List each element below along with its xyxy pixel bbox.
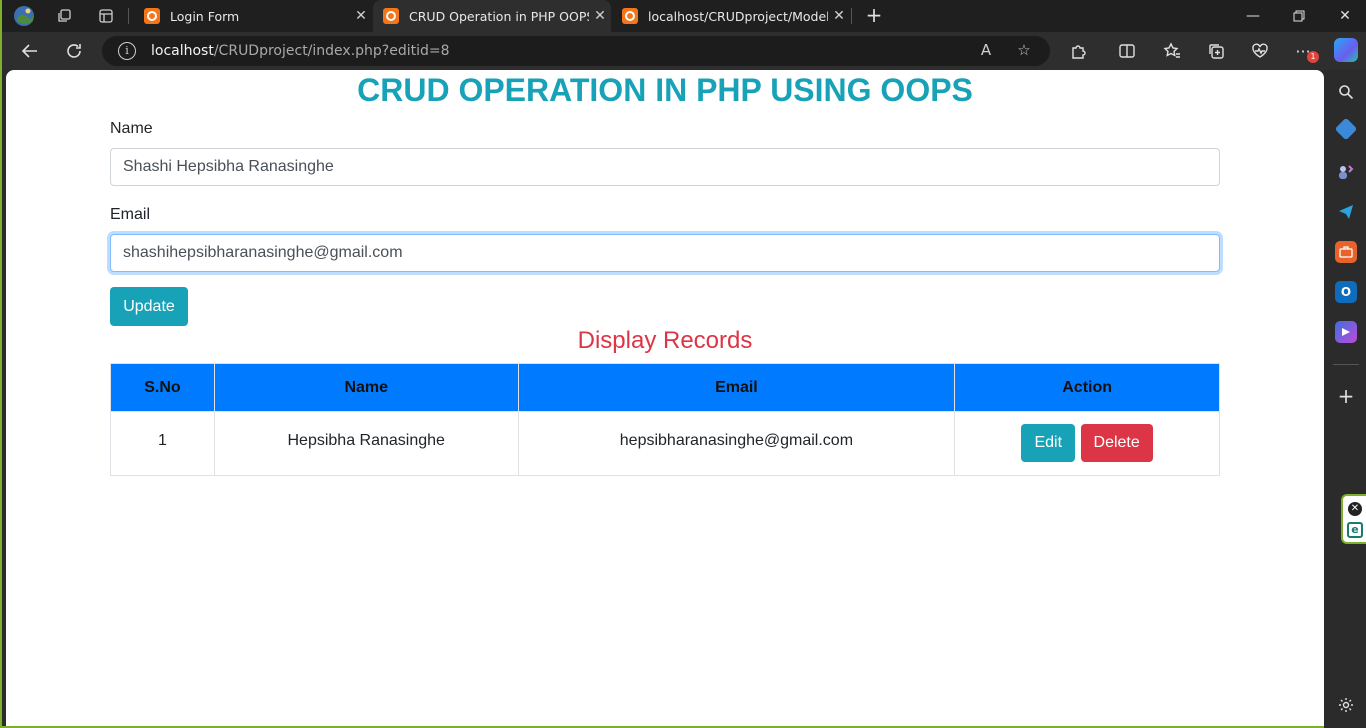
telegram-send-icon[interactable] <box>1335 201 1357 223</box>
notification-badge: 1 <box>1307 51 1319 63</box>
favorite-star-icon[interactable]: ☆ <box>1014 41 1034 61</box>
header-sno: S.No <box>110 363 215 412</box>
shopping-tag-icon[interactable] <box>1334 117 1358 141</box>
close-circle-icon[interactable]: ✕ <box>1348 502 1362 516</box>
tab-separator <box>851 8 852 24</box>
table-header-row: S.No Name Email Action <box>110 363 1220 412</box>
xampp-icon <box>144 8 160 24</box>
tab-label: CRUD Operation in PHP OOPS <box>409 8 589 24</box>
extensions-icon[interactable] <box>1065 38 1093 64</box>
browser-window: Login Form ✕ CRUD Operation in PHP OOPS … <box>0 0 1366 728</box>
delete-button[interactable]: Delete <box>1080 424 1153 462</box>
name-input[interactable] <box>110 148 1220 186</box>
tab-login-form[interactable]: Login Form ✕ <box>134 0 372 32</box>
cell-name: Hepsibha Ranasinghe <box>213 411 519 476</box>
web-page: CRUD OPERATION IN PHP USING OOPS Name Em… <box>6 70 1324 726</box>
name-label: Name <box>110 120 153 137</box>
split-screen-icon[interactable] <box>1113 38 1141 64</box>
new-tab-icon[interactable]: + <box>862 4 886 28</box>
close-icon[interactable]: ✕ <box>350 8 372 24</box>
outlook-icon[interactable]: O <box>1335 281 1357 303</box>
search-icon[interactable] <box>1335 81 1357 103</box>
tab-strip: Login Form ✕ CRUD Operation in PHP OOPS … <box>2 0 1366 32</box>
workspaces-icon[interactable] <box>52 4 76 28</box>
cell-action: Edit Delete <box>954 411 1220 476</box>
back-icon[interactable] <box>16 38 44 64</box>
tab-model-php[interactable]: localhost/CRUDproject/Model.ph ✕ <box>612 0 850 32</box>
tab-actions-icon[interactable] <box>94 4 118 28</box>
url-text[interactable]: localhost/CRUDproject/index.php?editid=8 <box>151 43 450 59</box>
copilot-icon[interactable] <box>1334 38 1358 62</box>
browser-essentials-icon[interactable] <box>1246 38 1274 64</box>
minimize-icon[interactable]: — <box>1230 0 1276 32</box>
games-icon[interactable] <box>1335 161 1357 183</box>
m365-icon[interactable] <box>1335 321 1357 343</box>
add-icon[interactable]: + <box>1335 384 1357 408</box>
xampp-icon <box>622 8 638 24</box>
records-table: S.No Name Email Action 1 Hepsibha Ranasi… <box>110 363 1220 476</box>
tab-label: Login Form <box>170 8 240 24</box>
favorites-icon[interactable] <box>1158 38 1186 64</box>
site-info-icon[interactable]: i <box>118 42 136 60</box>
tools-briefcase-icon[interactable] <box>1335 241 1357 263</box>
floating-extension-panel: ✕ e <box>1341 494 1366 544</box>
update-button[interactable]: Update <box>110 287 188 326</box>
close-window-icon[interactable]: ✕ <box>1322 0 1366 32</box>
header-action: Action <box>954 363 1220 412</box>
page-title: CRUD OPERATION IN PHP USING OOPS <box>357 72 973 108</box>
close-icon[interactable]: ✕ <box>589 8 611 24</box>
refresh-icon[interactable] <box>60 38 88 64</box>
edge-extension-icon[interactable]: e <box>1347 522 1363 538</box>
edit-button[interactable]: Edit <box>1021 424 1076 462</box>
xampp-icon <box>383 8 399 24</box>
header-name: Name <box>213 363 519 412</box>
email-label: Email <box>110 206 151 223</box>
collections-icon[interactable] <box>1202 38 1230 64</box>
restore-icon[interactable] <box>1276 0 1322 32</box>
edge-sidebar: O + <box>1324 70 1366 728</box>
close-icon[interactable]: ✕ <box>828 8 850 24</box>
header-email: Email <box>517 363 956 412</box>
read-aloud-icon[interactable]: A <box>976 41 996 61</box>
cell-sno: 1 <box>110 411 215 476</box>
tab-crud-operation[interactable]: CRUD Operation in PHP OOPS ✕ <box>373 0 611 32</box>
table-row: 1 Hepsibha Ranasinghe hepsibharanasinghe… <box>110 411 1220 476</box>
tab-label: localhost/CRUDproject/Model.ph <box>648 8 828 24</box>
settings-gear-icon[interactable] <box>1335 694 1357 716</box>
sidebar-divider <box>1333 364 1359 365</box>
profile-avatar[interactable] <box>12 4 36 28</box>
tab-separator <box>128 8 129 24</box>
email-input[interactable] <box>110 234 1220 272</box>
address-toolbar: i localhost/CRUDproject/index.php?editid… <box>2 32 1366 70</box>
cell-email: hepsibharanasinghe@gmail.com <box>517 411 956 476</box>
records-title: Display Records <box>577 327 753 354</box>
address-bar[interactable]: i localhost/CRUDproject/index.php?editid… <box>102 36 1050 66</box>
